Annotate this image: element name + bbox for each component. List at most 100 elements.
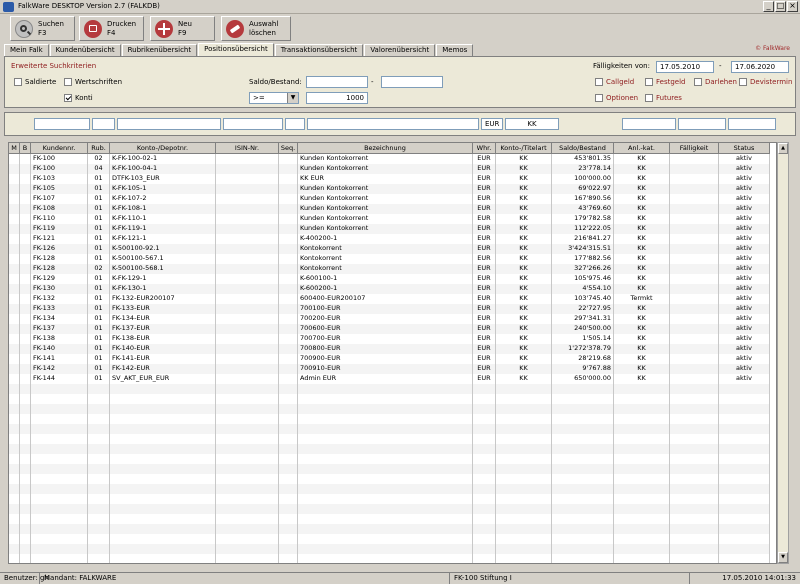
tab-kundenuebersicht[interactable]: Kundenübersicht	[49, 44, 121, 56]
festgeld-checkbox[interactable]	[645, 78, 653, 86]
print-button[interactable]: Drucken F4	[79, 16, 144, 41]
table-row[interactable]	[9, 554, 770, 563]
column-header-m[interactable]: M	[9, 143, 20, 154]
tab-memos[interactable]: Memos	[436, 44, 474, 56]
clear-selection-button[interactable]: Auswahl löschen	[221, 16, 291, 41]
callgeld-checkbox[interactable]	[595, 78, 603, 86]
table-row[interactable]: FK-119 01 K-FK-119-1 Kunden Kontokorrent EUR…	[9, 224, 770, 234]
table-row[interactable]: FK-130 01 K-FK-130-1 K-600200-1 EUR KK 4'554.1…	[9, 284, 770, 294]
scroll-up-icon[interactable]: ▲	[778, 143, 788, 154]
table-row[interactable]: FK-138 01 FK-138-EUR 700700-EUR EUR KK 1'505.1…	[9, 334, 770, 344]
table-row[interactable]	[9, 544, 770, 554]
filter-kundennr[interactable]	[34, 118, 90, 130]
faelligkeit-from-input[interactable]: 17.05.2010	[656, 61, 714, 73]
filter-bezeichnung[interactable]	[307, 118, 479, 130]
column-header-whr[interactable]: Whr.	[473, 143, 496, 154]
table-row[interactable]	[9, 434, 770, 444]
table-row[interactable]: FK-134 01 FK-134-EUR 700200-EUR EUR KK 297'341…	[9, 314, 770, 324]
table-row[interactable]	[9, 444, 770, 454]
table-row[interactable]: FK-107 01 K-FK-107-2 Kunden Kontokorrent EUR…	[9, 194, 770, 204]
table-row[interactable]	[9, 524, 770, 534]
table-row[interactable]	[9, 454, 770, 464]
filter-anlkat[interactable]	[622, 118, 676, 130]
table-row[interactable]: FK-100 02 K-FK-100-02-1 Kunden Kontokorrent…	[9, 154, 770, 164]
devistermin-checkbox[interactable]	[739, 78, 747, 86]
scroll-down-icon[interactable]: ▼	[778, 552, 788, 563]
futures-checkbox[interactable]	[645, 94, 653, 102]
tab-mein-falk[interactable]: Mein Falk	[4, 44, 49, 56]
filter-status[interactable]	[728, 118, 776, 130]
amount-input[interactable]: 1000	[306, 92, 368, 104]
column-header-kundennr[interactable]: Kundennr.	[31, 143, 88, 154]
table-row[interactable]: FK-129 01 K-FK-129-1 K-600100-1 EUR KK 105'975…	[9, 274, 770, 284]
column-header-bezeichnung[interactable]: Bezeichnung	[298, 143, 473, 154]
table-row[interactable]: FK-142 01 FK-142-EUR 700910-EUR EUR KK 9'767.8…	[9, 364, 770, 374]
table-row[interactable]	[9, 534, 770, 544]
table-row[interactable]: FK-110 01 K-FK-110-1 Kunden Kontokorrent EUR…	[9, 214, 770, 224]
filter-faelligkeit[interactable]	[678, 118, 726, 130]
table-row[interactable]: FK-108 01 K-FK-108-1 Kunden Kontokorrent EUR…	[9, 204, 770, 214]
positions-grid[interactable]: M B Kundennr. Rub. Konto-/Depotnr. ISIN-Nr. Se…	[8, 142, 777, 564]
tab-valorenuebersicht[interactable]: Valorenübersicht	[364, 44, 436, 56]
konti-checkbox[interactable]	[64, 94, 72, 102]
filter-isin[interactable]	[223, 118, 283, 130]
column-header-seq[interactable]: Seq.	[279, 143, 298, 154]
column-header-anlkat[interactable]: Anl.-kat.	[614, 143, 670, 154]
filter-kontoart[interactable]: KK	[505, 118, 559, 130]
tab-rubrikenuebersicht[interactable]: Rubrikenübersicht	[121, 44, 198, 56]
tab-positionsuebersicht[interactable]: Positionsübersicht	[198, 43, 274, 56]
table-row[interactable]: FK-128 01 K-500100-567.1 Kontokorrent EUR KK 1…	[9, 254, 770, 264]
table-row[interactable]	[9, 464, 770, 474]
filter-konto[interactable]	[117, 118, 221, 130]
darlehen-checkbox[interactable]	[694, 78, 702, 86]
saldierte-checkbox[interactable]	[14, 78, 22, 86]
table-row[interactable]: FK-140 01 FK-140-EUR 700800-EUR EUR KK 1'272'3…	[9, 344, 770, 354]
maximize-button[interactable]: □	[775, 1, 786, 12]
column-header-konto[interactable]: Konto-/Depotnr.	[110, 143, 216, 154]
table-row[interactable]	[9, 504, 770, 514]
table-row[interactable]	[9, 424, 770, 434]
table-row[interactable]: FK-133 01 FK-133-EUR 700100-EUR EUR KK 22'727.…	[9, 304, 770, 314]
minimize-button[interactable]: _	[763, 1, 774, 12]
filter-rub[interactable]	[92, 118, 115, 130]
wertschriften-checkbox[interactable]	[64, 78, 72, 86]
filter-whr[interactable]: EUR	[481, 118, 503, 130]
column-header-saldo[interactable]: Saldo/Bestand	[552, 143, 614, 154]
table-row[interactable]	[9, 414, 770, 424]
table-row[interactable]	[9, 384, 770, 394]
operator-select[interactable]: >= ▼	[249, 92, 299, 104]
saldo-to-input[interactable]	[381, 76, 443, 88]
table-row[interactable]: FK-100 04 K-FK-100-04-1 Kunden Kontokorrent…	[9, 164, 770, 174]
table-row[interactable]: FK-141 01 FK-141-EUR 700900-EUR EUR KK 28'219.…	[9, 354, 770, 364]
column-header-rub[interactable]: Rub.	[88, 143, 110, 154]
cell-bezeichnung: Kunden Kontokorrent	[298, 194, 473, 204]
table-row[interactable]: FK-128 02 K-500100-568.1 Kontokorrent EUR KK 3…	[9, 264, 770, 274]
optionen-checkbox[interactable]	[595, 94, 603, 102]
table-row[interactable]	[9, 394, 770, 404]
table-row[interactable]: FK-121 01 K-FK-121-1 K-400200-1 EUR KK 216'841…	[9, 234, 770, 244]
table-row[interactable]	[9, 514, 770, 524]
column-header-b[interactable]: B	[20, 143, 31, 154]
table-row[interactable]: FK-132 01 FK-132-EUR200107 600400-EUR200107…	[9, 294, 770, 304]
column-header-faelligkeit[interactable]: Fälligkeit	[670, 143, 719, 154]
search-button[interactable]: Suchen F3	[10, 16, 75, 41]
table-row[interactable]: FK-126 01 K-500100-92.1 Kontokorrent EUR KK 3'…	[9, 244, 770, 254]
table-row[interactable]: FK-105 01 K-FK-105-1 Kunden Kontokorrent EUR…	[9, 184, 770, 194]
table-row[interactable]	[9, 474, 770, 484]
table-row[interactable]	[9, 484, 770, 494]
close-button[interactable]: ×	[787, 1, 798, 12]
table-row[interactable]	[9, 494, 770, 504]
table-row[interactable]: FK-137 01 FK-137-EUR 700600-EUR EUR KK 240'500…	[9, 324, 770, 334]
filter-seq[interactable]	[285, 118, 305, 130]
column-header-isin[interactable]: ISIN-Nr.	[216, 143, 279, 154]
column-header-status[interactable]: Status	[719, 143, 770, 154]
table-row[interactable]	[9, 404, 770, 414]
faelligkeit-to-input[interactable]: 17.06.2020	[731, 61, 789, 73]
table-row[interactable]: FK-144 01 SV_AKT_EUR_EUR Admin EUR EUR KK 650'…	[9, 374, 770, 384]
new-button[interactable]: Neu F9	[150, 16, 215, 41]
table-row[interactable]: FK-103 01 DTFK-103_EUR KK EUR EUR KK 100'000.0…	[9, 174, 770, 184]
saldo-from-input[interactable]	[306, 76, 368, 88]
vertical-scrollbar[interactable]: ▲ ▼	[777, 142, 789, 564]
tab-transaktionsuebersicht[interactable]: Transaktionsübersicht	[274, 44, 364, 56]
column-header-kontoart[interactable]: Konto-/Titelart	[496, 143, 552, 154]
